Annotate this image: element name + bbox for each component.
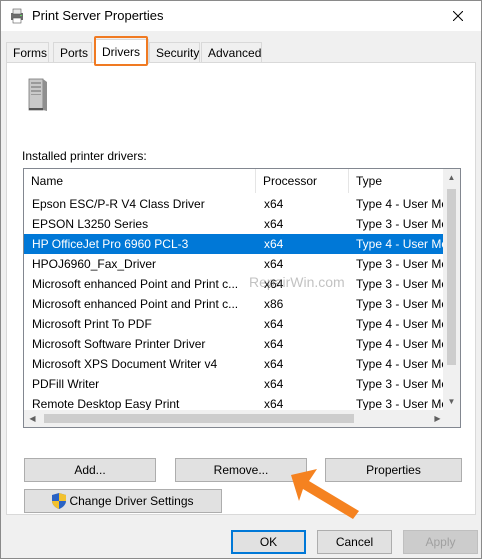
tab-ports[interactable]: Ports <box>53 42 92 63</box>
scroll-thumb[interactable] <box>447 189 456 365</box>
cell-name: HPOJ6960_Fax_Driver <box>32 257 157 271</box>
cell-name: Microsoft XPS Document Writer v4 <box>32 357 218 371</box>
cell-name: Microsoft Software Printer Driver <box>32 337 206 351</box>
tab-label: Advanced <box>208 46 262 60</box>
drivers-tab-highlight-box <box>94 36 148 66</box>
apply-button[interactable]: Apply <box>403 530 478 554</box>
column-header-type[interactable]: Type <box>349 169 446 193</box>
cell-type: Type 3 - User Mo <box>356 257 446 271</box>
cell-type: Type 4 - User Mo <box>356 237 446 251</box>
cell-type: Type 3 - User Mo <box>356 377 446 391</box>
cell-processor: x64 <box>264 317 284 331</box>
column-header-name[interactable]: Name <box>24 169 256 193</box>
list-body: Epson ESC/P-R V4 Class Driver x64 Type 4 -… <box>24 194 446 427</box>
cell-processor: x64 <box>264 217 284 231</box>
cell-processor: x64 <box>264 397 284 411</box>
print-server-icon <box>11 8 23 24</box>
close-button[interactable] <box>435 1 481 31</box>
cell-type: Type 3 - User Mo <box>356 277 446 291</box>
cell-name: Microsoft Print To PDF <box>32 317 152 331</box>
table-row[interactable]: Microsoft XPS Document Writer v4 x64 Type … <box>24 354 446 374</box>
button-label: Remove... <box>213 463 269 477</box>
watermark-text: RepairWin.com <box>249 274 345 290</box>
orange-arrow-icon <box>291 469 359 519</box>
table-row[interactable]: Microsoft enhanced Point and Print c... x… <box>24 294 446 314</box>
cell-name: PDFill Writer <box>32 377 100 391</box>
cell-processor: x64 <box>264 337 284 351</box>
tab-label: Forms <box>13 46 47 60</box>
button-label: Add... <box>74 463 106 477</box>
cell-name: HP OfficeJet Pro 6960 PCL-3 <box>32 237 189 251</box>
cell-processor: x64 <box>264 197 284 211</box>
tab-forms[interactable]: Forms <box>6 42 49 63</box>
print-server-properties-dialog: Print Server Properties Forms Ports Driv… <box>0 0 482 559</box>
horizontal-scrollbar[interactable]: ◀ ▶ <box>24 410 446 427</box>
scroll-thumb[interactable] <box>44 414 354 423</box>
table-row[interactable]: HPOJ6960_Fax_Driver x64 Type 3 - User Mo <box>24 254 446 274</box>
add-button[interactable]: Add... <box>24 458 156 482</box>
title-bar: Print Server Properties <box>1 1 481 31</box>
window-title: Print Server Properties <box>32 8 164 23</box>
close-icon <box>453 11 463 21</box>
cell-processor: x64 <box>264 237 284 251</box>
cell-name: Remote Desktop Easy Print <box>32 397 180 411</box>
scroll-left-icon[interactable]: ◀ <box>24 410 41 427</box>
table-row[interactable]: Microsoft Software Printer Driver x64 Type… <box>24 334 446 354</box>
scroll-right-icon[interactable]: ▶ <box>429 410 446 427</box>
cancel-button[interactable]: Cancel <box>317 530 392 554</box>
column-header-label: Name <box>31 174 64 188</box>
tab-strip: Forms Ports Drivers Security Advanced <box>6 39 476 64</box>
cell-processor: x86 <box>264 297 284 311</box>
button-label: Properties <box>366 463 421 477</box>
cell-processor: x64 <box>264 257 284 271</box>
list-header: Name Processor Type <box>24 169 446 193</box>
cell-type: Type 4 - User Mo <box>356 317 446 331</box>
column-header-label: Processor <box>263 174 318 188</box>
drivers-tab-panel: Installed printer drivers: Name Processo… <box>6 62 476 515</box>
vertical-scrollbar[interactable]: ▲ ▼ <box>443 169 460 427</box>
scroll-down-icon[interactable]: ▼ <box>443 393 460 410</box>
server-tower-icon <box>28 78 47 111</box>
tab-security[interactable]: Security <box>149 42 200 63</box>
cell-type: Type 3 - User Mo <box>356 217 446 231</box>
table-row[interactable]: EPSON L3250 Series x64 Type 3 - User Mo <box>24 214 446 234</box>
button-label: Cancel <box>335 535 374 549</box>
table-row[interactable]: Microsoft enhanced Point and Print c... x… <box>24 274 446 294</box>
scroll-up-icon[interactable]: ▲ <box>443 169 460 186</box>
table-row[interactable]: Microsoft Print To PDF x64 Type 4 - User M… <box>24 314 446 334</box>
tab-label: Ports <box>60 46 89 60</box>
table-row[interactable]: HP OfficeJet Pro 6960 PCL-3 x64 Type 4 - U… <box>24 234 446 254</box>
cell-name: EPSON L3250 Series <box>32 217 149 231</box>
installed-drivers-list[interactable]: Name Processor Type Epson ESC/P-R V4 Cla… <box>23 168 461 428</box>
column-header-label: Type <box>356 174 383 188</box>
cell-type: Type 4 - User Mo <box>356 357 446 371</box>
button-label: OK <box>259 535 278 549</box>
table-row[interactable]: Epson ESC/P-R V4 Class Driver x64 Type 4 -… <box>24 194 446 214</box>
ok-button[interactable]: OK <box>231 530 306 554</box>
change-driver-settings-button[interactable]: Change Driver Settings <box>24 489 222 513</box>
cell-processor: x64 <box>264 357 284 371</box>
uac-shield-icon <box>52 493 67 509</box>
tab-label: Security <box>156 46 200 60</box>
cell-type: Type 4 - User Mo <box>356 337 446 351</box>
cell-type: Type 3 - User Mo <box>356 397 446 411</box>
installed-drivers-label: Installed printer drivers: <box>22 149 147 163</box>
cell-processor: x64 <box>264 377 284 391</box>
tab-advanced[interactable]: Advanced <box>201 42 262 63</box>
cell-type: Type 3 - User Mo <box>356 297 446 311</box>
cell-name: Epson ESC/P-R V4 Class Driver <box>32 197 205 211</box>
cell-name: Microsoft enhanced Point and Print c... <box>32 277 239 291</box>
column-header-processor[interactable]: Processor <box>256 169 349 193</box>
cell-type: Type 4 - User Mo <box>356 197 446 211</box>
table-row[interactable]: PDFill Writer x64 Type 3 - User Mo <box>24 374 446 394</box>
button-label: Change Driver Settings <box>69 494 194 508</box>
button-label: Apply <box>425 535 456 549</box>
cell-name: Microsoft enhanced Point and Print c... <box>32 297 239 311</box>
